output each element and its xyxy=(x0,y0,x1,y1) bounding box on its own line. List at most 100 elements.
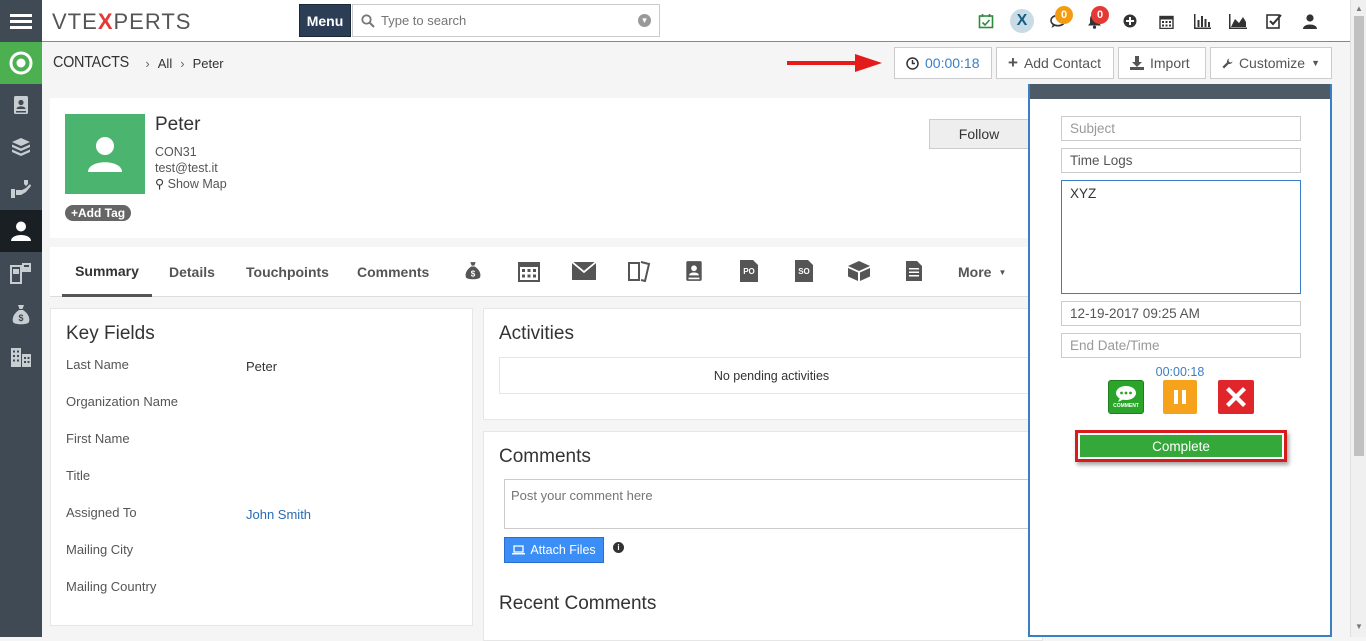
field-label: Organization Name xyxy=(66,394,178,409)
top-bar: VTEXPERTS Menu ▾ X 0 0 xyxy=(0,0,1350,42)
breadcrumb-module[interactable]: CONTACTS xyxy=(53,54,129,72)
sidebar-item-contacts[interactable] xyxy=(0,84,42,126)
start-datetime-field[interactable]: 12-19-2017 09:25 AM xyxy=(1061,301,1301,326)
sidebar-item-support[interactable] xyxy=(0,168,42,210)
scroll-down-icon[interactable]: ▼ xyxy=(1355,622,1363,631)
scroll-up-icon[interactable]: ▲ xyxy=(1355,4,1363,13)
global-search[interactable]: ▾ xyxy=(352,4,660,37)
tab-summary[interactable]: Summary xyxy=(62,247,152,297)
field-value-assigned-to[interactable]: John Smith xyxy=(246,507,311,522)
comment-icon-label: COMMENT xyxy=(1113,403,1139,409)
menu-button[interactable]: Menu xyxy=(299,4,351,37)
tab-tickets-icon[interactable] xyxy=(626,257,652,285)
show-map-link[interactable]: ⚲ Show Map xyxy=(155,176,227,192)
svg-text:SO: SO xyxy=(798,267,810,276)
add-contact-button[interactable]: + Add Contact xyxy=(996,47,1114,79)
comment-icon[interactable]: COMMENT xyxy=(1108,380,1144,414)
tab-sales-order-icon[interactable]: SO xyxy=(791,257,817,285)
log-type-field[interactable]: Time Logs xyxy=(1061,148,1301,173)
field-label: Mailing City xyxy=(66,542,134,557)
bar-chart-icon[interactable] xyxy=(1184,0,1220,42)
tab-email-icon[interactable] xyxy=(571,257,597,285)
tab-more-dropdown[interactable]: More ▼ xyxy=(958,247,1006,297)
support-icon xyxy=(11,180,31,198)
tab-details[interactable]: Details xyxy=(169,247,215,297)
sidebar-item-inventory[interactable] xyxy=(0,252,42,294)
calendar-check-icon[interactable] xyxy=(968,0,1004,42)
add-tag-button[interactable]: +Add Tag xyxy=(65,205,132,221)
search-input[interactable] xyxy=(381,13,638,28)
sidebar-item-contact-user[interactable] xyxy=(0,210,42,252)
tab-calendar-icon[interactable] xyxy=(516,257,542,285)
wrench-icon xyxy=(1222,57,1233,69)
activities-card: Activities No pending activities xyxy=(483,308,1044,420)
chat-icon[interactable]: 0 xyxy=(1040,0,1076,42)
chevron-right-icon: › xyxy=(145,55,150,71)
sidebar-item-money[interactable]: $ xyxy=(0,294,42,336)
bell-icon[interactable]: 0 xyxy=(1076,0,1112,42)
tab-touchpoints[interactable]: Touchpoints xyxy=(246,247,329,297)
search-dropdown-icon[interactable]: ▾ xyxy=(638,14,651,27)
contact-name: Peter xyxy=(155,114,201,135)
end-datetime-input[interactable]: End Date/Time xyxy=(1061,333,1301,358)
description-textarea[interactable]: XYZ xyxy=(1061,180,1301,294)
sub-header: CONTACTS › All › Peter 00:00:18 + Add Co… xyxy=(42,42,1350,84)
chevron-right-icon: › xyxy=(180,55,185,71)
add-contact-label: Add Contact xyxy=(1023,55,1101,71)
vtexperts-logo[interactable]: VTEXPERTS xyxy=(52,9,191,35)
import-button[interactable]: Import xyxy=(1118,47,1206,79)
record-tabs: Summary Details Touchpoints Comments $ P… xyxy=(50,247,1030,297)
laptop-icon xyxy=(512,545,526,555)
key-fields-card: Key Fields Last Name Peter Organization … xyxy=(50,308,473,626)
contact-email[interactable]: test@test.it xyxy=(155,160,227,176)
contacts-book-icon xyxy=(14,96,28,114)
cancel-icon[interactable] xyxy=(1218,380,1254,414)
page-scrollbar[interactable]: ▲ ▼ xyxy=(1350,0,1366,637)
user-icon[interactable] xyxy=(1292,0,1328,42)
svg-text:$: $ xyxy=(471,269,476,278)
products-icon xyxy=(12,138,30,156)
breadcrumb: CONTACTS › All › Peter xyxy=(53,54,224,72)
sidebar-item-home[interactable] xyxy=(0,42,42,84)
calendar-icon[interactable] xyxy=(1148,0,1184,42)
home-icon xyxy=(9,51,33,75)
field-label: Assigned To xyxy=(66,505,137,520)
plus-circle-icon[interactable] xyxy=(1112,0,1148,42)
info-icon[interactable]: i xyxy=(613,542,624,553)
time-log-panel: Subject Time Logs XYZ 12-19-2017 09:25 A… xyxy=(1028,84,1332,637)
timer-value: 00:00:18 xyxy=(925,55,980,71)
activities-title: Activities xyxy=(499,323,574,344)
timer-button[interactable]: 00:00:18 xyxy=(894,47,992,79)
breadcrumb-all[interactable]: All xyxy=(158,56,172,71)
tab-comments[interactable]: Comments xyxy=(357,247,429,297)
tab-documents-icon[interactable] xyxy=(901,257,927,285)
plus-icon: + xyxy=(1008,53,1018,72)
comments-card: Comments Attach Files i Recent Comments xyxy=(483,431,1044,641)
customize-label: Customize xyxy=(1238,55,1306,71)
scrollbar-thumb[interactable] xyxy=(1354,16,1364,456)
show-map-label: Show Map xyxy=(167,177,227,191)
follow-button[interactable]: Follow xyxy=(929,119,1029,149)
sidebar-item-products[interactable] xyxy=(0,126,42,168)
tab-money-bag-icon[interactable]: $ xyxy=(460,257,486,285)
complete-button[interactable]: Complete xyxy=(1080,435,1282,457)
tab-products-icon[interactable] xyxy=(846,257,872,285)
customize-dropdown[interactable]: Customize ▼ xyxy=(1210,47,1332,79)
attach-files-button[interactable]: Attach Files xyxy=(504,537,604,563)
tasks-icon[interactable] xyxy=(1256,0,1292,42)
field-label: Mailing Country xyxy=(66,579,157,594)
comment-input[interactable] xyxy=(504,479,1044,529)
pause-icon[interactable] xyxy=(1163,380,1197,414)
subject-input[interactable]: Subject xyxy=(1061,116,1301,141)
tab-contacts-book-icon[interactable] xyxy=(681,257,707,285)
clock-icon xyxy=(906,56,919,70)
field-value-last-name[interactable]: Peter xyxy=(246,359,277,374)
field-label: First Name xyxy=(66,431,130,446)
user-silhouette-icon xyxy=(88,137,122,172)
area-chart-icon[interactable] xyxy=(1220,0,1256,42)
tab-purchase-order-icon[interactable]: PO xyxy=(736,257,762,285)
hamburger-menu-icon[interactable] xyxy=(0,0,42,42)
inventory-icon xyxy=(10,263,31,284)
vtexperts-x-icon[interactable]: X xyxy=(1004,0,1040,42)
sidebar-item-organizations[interactable] xyxy=(0,336,42,378)
